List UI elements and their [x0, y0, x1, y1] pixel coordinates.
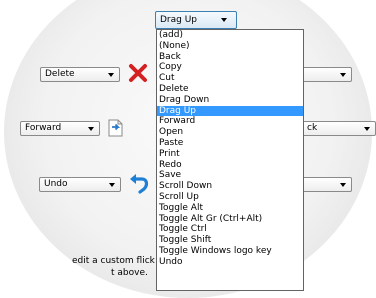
dropdown-option[interactable]: Back — [157, 52, 303, 63]
dropdown-option[interactable]: Drag Down — [157, 95, 303, 106]
dropdown-option[interactable]: Forward — [157, 116, 303, 127]
dropdown-option[interactable]: Redo — [157, 160, 303, 171]
flick-lower-left-action-select[interactable]: Undo — [39, 177, 121, 192]
flick-left-action-value: Forward — [25, 123, 62, 133]
dropdown-option[interactable]: Copy — [157, 62, 303, 73]
dropdown-option[interactable]: Drag Up — [157, 105, 303, 117]
flick-action-dropdown-list[interactable]: (add) (None) Back Copy Cut Delete Drag Down Dra… — [156, 29, 304, 291]
chevron-down-icon — [108, 73, 114, 77]
dropdown-option[interactable]: Toggle Alt — [157, 203, 303, 214]
dropdown-option[interactable]: Toggle Ctrl — [157, 224, 303, 235]
dropdown-option[interactable]: Cut — [157, 73, 303, 84]
dropdown-option[interactable]: Save — [157, 170, 303, 181]
dropdown-option[interactable]: Print — [157, 149, 303, 160]
flick-right-action-value: ck — [307, 123, 318, 133]
chevron-down-icon — [221, 18, 227, 22]
hint-text-line2: t above. — [111, 268, 148, 278]
dropdown-option[interactable]: Delete — [157, 84, 303, 95]
blue-undo-arrow-icon — [130, 174, 149, 194]
dropdown-option[interactable]: Toggle Shift — [157, 235, 303, 246]
dropdown-option[interactable]: Undo — [157, 257, 303, 268]
dropdown-option[interactable]: Toggle Alt Gr (Ctrl+Alt) — [157, 214, 303, 225]
dropdown-option[interactable]: Toggle Windows logo key — [157, 246, 303, 257]
chevron-down-icon — [340, 73, 346, 77]
flick-up-action-select[interactable]: Drag Up — [155, 11, 237, 29]
dropdown-option[interactable]: (None) — [157, 41, 303, 52]
hint-text-line1: edit a custom flick — [72, 256, 155, 266]
flick-up-action-value: Drag Up — [160, 15, 198, 25]
flick-upper-left-action-value: Delete — [45, 69, 75, 79]
dropdown-option[interactable]: Scroll Down — [157, 181, 303, 192]
dropdown-option[interactable]: Paste — [157, 138, 303, 149]
dropdown-option[interactable]: (add) — [157, 30, 303, 41]
flick-upper-left-action-select[interactable]: Delete — [40, 67, 120, 82]
chevron-down-icon — [340, 183, 346, 187]
flick-lower-left-action-value: Undo — [44, 179, 68, 189]
dropdown-option[interactable]: Open — [157, 127, 303, 138]
chevron-down-icon — [109, 183, 115, 187]
document-forward-icon — [108, 119, 123, 137]
red-x-delete-icon — [129, 64, 147, 82]
chevron-down-icon — [364, 127, 370, 131]
flick-left-action-select[interactable]: Forward — [20, 121, 100, 136]
chevron-down-icon — [88, 127, 94, 131]
dropdown-option[interactable]: Scroll Up — [157, 192, 303, 203]
